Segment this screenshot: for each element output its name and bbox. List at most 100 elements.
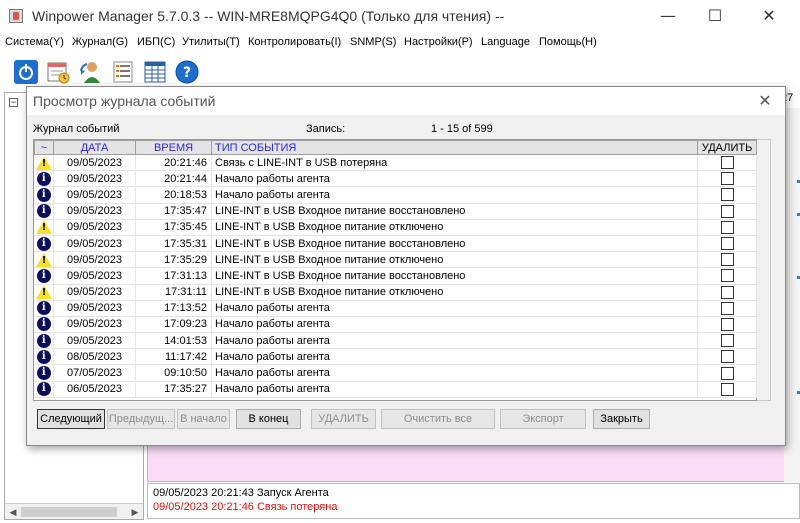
table-row[interactable]: i 09/05/2023 17:35:47 LINE-INT в USB Входно… bbox=[34, 203, 757, 220]
row-time: 20:21:44 bbox=[135, 170, 212, 188]
table-row[interactable]: i 09/05/2023 14:01:53 Начало работы агента bbox=[34, 332, 757, 350]
power-icon[interactable] bbox=[13, 59, 39, 85]
delete-checkbox[interactable] bbox=[720, 301, 734, 315]
column-header-time[interactable]: ВРЕМЯ bbox=[135, 140, 212, 155]
next-button[interactable]: Следующий bbox=[37, 409, 105, 429]
delete-checkbox[interactable] bbox=[720, 253, 734, 267]
table-row[interactable]: 09/05/202320:21:46Связь с LINE-INT в USB… bbox=[34, 154, 757, 172]
row-delete-cell bbox=[697, 381, 757, 398]
row-delete-cell bbox=[697, 332, 757, 350]
right-pane-scrollbar[interactable] bbox=[784, 108, 800, 482]
maximize-button[interactable]: ☐ bbox=[692, 4, 738, 28]
delete-checkbox[interactable] bbox=[720, 269, 734, 283]
info-icon: i bbox=[36, 366, 51, 381]
tree-horizontal-scrollbar[interactable]: ◀ ▶ bbox=[5, 503, 143, 519]
table-row[interactable]: i 08/05/2023 11:17:42 Начало работы агента bbox=[34, 348, 757, 366]
row-date: 09/05/2023 bbox=[53, 154, 136, 172]
warning-icon bbox=[35, 285, 52, 300]
row-event-type: LINE-INT в USB Входное питание восстанов… bbox=[211, 203, 698, 220]
delete-checkbox[interactable] bbox=[720, 237, 734, 251]
delete-checkbox[interactable] bbox=[720, 156, 734, 170]
journal-label: Журнал событий bbox=[33, 123, 120, 135]
menu-system[interactable]: Система(Y) bbox=[5, 36, 64, 48]
warning-icon bbox=[35, 252, 52, 267]
calendar-clock-icon[interactable] bbox=[45, 59, 71, 85]
row-icon-cell bbox=[34, 219, 54, 236]
scroll-left-icon[interactable]: ◀ bbox=[6, 505, 20, 519]
delete-checkbox[interactable] bbox=[720, 220, 734, 234]
menu-journal[interactable]: Журнал(G) bbox=[72, 36, 128, 48]
first-page-button[interactable]: В начало bbox=[177, 409, 230, 429]
table-row[interactable]: 09/05/202317:35:45LINE-INT в USB Входное… bbox=[34, 219, 757, 236]
delete-checkbox[interactable] bbox=[720, 382, 734, 396]
row-icon-cell: i bbox=[34, 316, 54, 334]
column-header-icon[interactable]: ~ bbox=[34, 140, 54, 155]
delete-checkbox[interactable] bbox=[720, 285, 734, 299]
row-event-type: LINE-INT в USB Входное питание восстанов… bbox=[211, 267, 698, 285]
column-header-date[interactable]: ДАТА bbox=[53, 140, 136, 155]
user-refresh-icon[interactable] bbox=[78, 59, 104, 85]
info-icon: i bbox=[36, 171, 51, 186]
row-event-type: Начало работы агента bbox=[211, 381, 698, 398]
row-icon-cell: i bbox=[34, 267, 54, 285]
column-header-delete[interactable]: УДАЛИТЬ bbox=[697, 140, 757, 155]
export-button[interactable]: Экспорт bbox=[500, 409, 586, 429]
row-event-type: Начало работы агента bbox=[211, 348, 698, 366]
delete-checkbox[interactable] bbox=[720, 172, 734, 186]
table-row[interactable]: i 09/05/2023 17:35:31 LINE-INT в USB Входно… bbox=[34, 235, 757, 253]
row-delete-cell bbox=[697, 235, 757, 253]
help-icon[interactable]: ? bbox=[174, 59, 200, 85]
row-icon-cell: i bbox=[34, 235, 54, 253]
log-line: 09/05/2023 20:21:46 Связь потеряна bbox=[153, 501, 338, 513]
table-row[interactable]: i 09/05/2023 20:18:53 Начало работы агента bbox=[34, 186, 757, 204]
row-icon-cell: i bbox=[34, 332, 54, 350]
close-button[interactable]: ✕ bbox=[746, 4, 792, 28]
delete-checkbox[interactable] bbox=[720, 317, 734, 331]
table-row[interactable]: 09/05/202317:31:11LINE-INT в USB Входное… bbox=[34, 284, 757, 301]
menu-language[interactable]: Language bbox=[481, 36, 530, 48]
row-delete-cell bbox=[697, 364, 757, 382]
row-time: 09:10:50 bbox=[135, 364, 212, 382]
delete-checkbox[interactable] bbox=[720, 204, 734, 218]
table-row[interactable]: i 06/05/2023 17:35:27 Начало работы агента bbox=[34, 381, 757, 398]
previous-button[interactable]: Предыдущ... bbox=[107, 409, 175, 429]
clear-all-button[interactable]: Очистить все bbox=[381, 409, 495, 429]
list-icon[interactable] bbox=[110, 59, 136, 85]
menu-monitor[interactable]: Контролировать(I) bbox=[248, 36, 341, 48]
table-row[interactable]: i 09/05/2023 17:09:23 Начало работы агента bbox=[34, 316, 757, 334]
row-event-type: Начало работы агента bbox=[211, 364, 698, 382]
last-page-button[interactable]: В конец bbox=[236, 409, 301, 429]
table-row[interactable]: i 09/05/2023 17:13:52 Начало работы агента bbox=[34, 300, 757, 317]
info-icon: i bbox=[36, 236, 51, 251]
table-scrollbar[interactable] bbox=[757, 139, 771, 401]
menu-ups[interactable]: ИБП(C) bbox=[137, 36, 175, 48]
row-time: 17:35:31 bbox=[135, 235, 212, 253]
delete-checkbox[interactable] bbox=[720, 366, 734, 380]
scroll-thumb[interactable] bbox=[21, 507, 117, 517]
row-event-type: LINE-INT в USB Входное питание отключено bbox=[211, 219, 698, 236]
row-delete-cell bbox=[697, 186, 757, 204]
row-time: 11:17:42 bbox=[135, 348, 212, 366]
menu-snmp[interactable]: SNMP(S) bbox=[350, 36, 396, 48]
table-row[interactable]: i 07/05/2023 09:10:50 Начало работы агента bbox=[34, 364, 757, 382]
table-icon[interactable] bbox=[142, 59, 168, 85]
menu-settings[interactable]: Настройки(P) bbox=[404, 36, 473, 48]
delete-button[interactable]: УДАЛИТЬ bbox=[311, 409, 376, 429]
tree-expander[interactable]: − bbox=[9, 98, 18, 107]
menu-help[interactable]: Помощь(H) bbox=[539, 36, 597, 48]
window-title: Winpower Manager 5.7.0.3 -- WIN-MRE8MQPG… bbox=[32, 8, 505, 24]
table-row[interactable]: i 09/05/2023 20:21:44 Начало работы агента bbox=[34, 170, 757, 188]
table-row[interactable]: 09/05/202317:35:29LINE-INT в USB Входное… bbox=[34, 251, 757, 269]
delete-checkbox[interactable] bbox=[720, 350, 734, 364]
minimize-button[interactable]: — bbox=[645, 4, 691, 28]
delete-checkbox[interactable] bbox=[720, 188, 734, 202]
row-icon-cell: i bbox=[34, 381, 54, 398]
table-row[interactable]: i 09/05/2023 17:31:13 LINE-INT в USB Входно… bbox=[34, 267, 757, 285]
dialog-close-button[interactable]: ✕ bbox=[753, 90, 777, 112]
close-dialog-button[interactable]: Закрыть bbox=[593, 409, 650, 429]
column-header-event-type[interactable]: ТИП СОБЫТИЯ bbox=[211, 140, 698, 155]
scroll-right-icon[interactable]: ▶ bbox=[128, 505, 142, 519]
delete-checkbox[interactable] bbox=[720, 334, 734, 348]
menu-utilities[interactable]: Утилиты(T) bbox=[182, 36, 240, 48]
app-icon bbox=[9, 9, 23, 23]
